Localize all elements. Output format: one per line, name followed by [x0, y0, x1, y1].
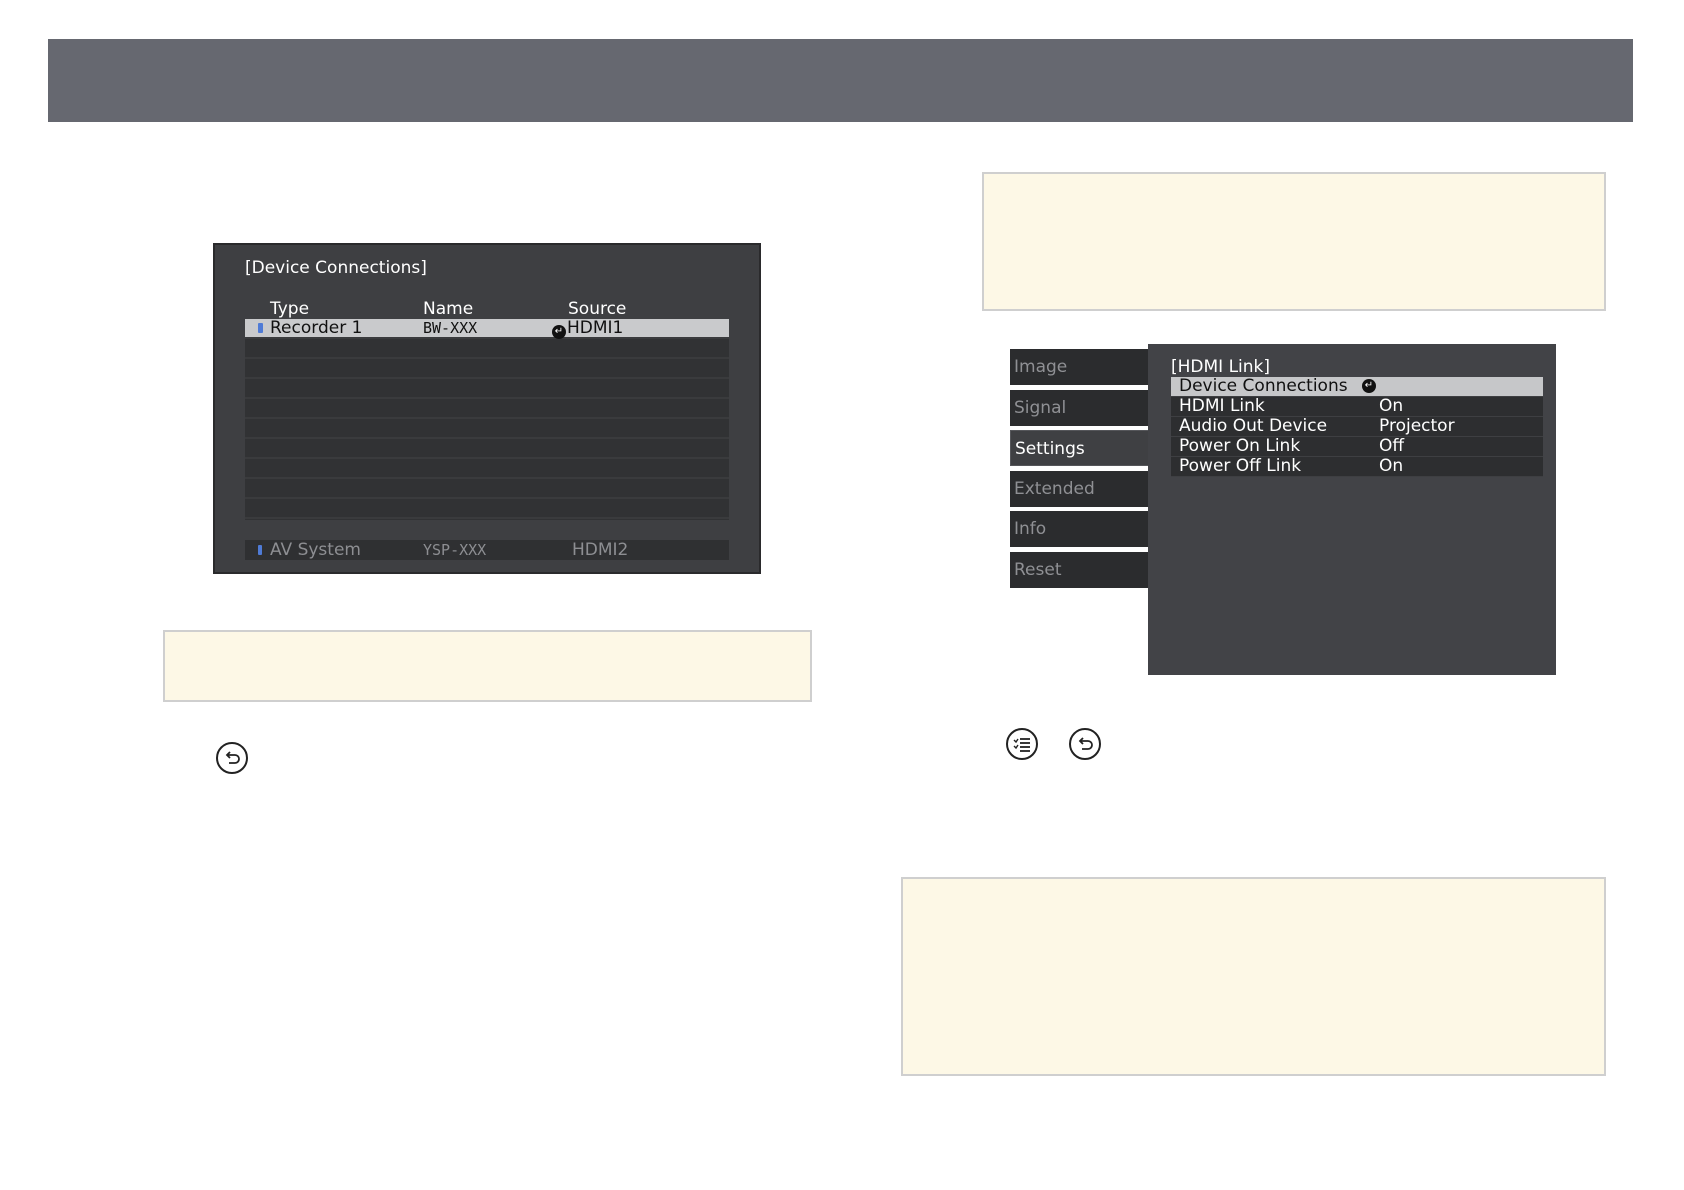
menu-item-value: On	[1379, 396, 1404, 416]
esc-button[interactable]	[1069, 728, 1101, 760]
table-row[interactable]: Recorder 1 BW-XXX ↵ HDMI1	[245, 318, 729, 339]
av-system-source: HDMI2	[572, 540, 629, 560]
device-type: Recorder 1	[270, 318, 363, 338]
note-box	[982, 172, 1606, 311]
tab-image[interactable]: Image	[1010, 349, 1148, 385]
tab-reset[interactable]: Reset	[1010, 552, 1148, 588]
menu-item-device-connections[interactable]: Device Connections ↵	[1171, 376, 1543, 397]
table-row	[245, 339, 729, 359]
table-row	[245, 499, 729, 519]
header-bar	[48, 39, 1633, 122]
column-header-name: Name	[423, 299, 474, 319]
esc-return-icon	[225, 751, 240, 764]
esc-return-icon	[1078, 737, 1093, 750]
tab-settings[interactable]: Settings	[1010, 430, 1158, 466]
menu-item-label: Audio Out Device	[1179, 416, 1328, 436]
av-system-name: YSP-XXX	[423, 541, 487, 559]
connected-arrow-icon: ↵	[1362, 379, 1376, 393]
av-system-type: AV System	[270, 540, 361, 560]
menu-item-label: HDMI Link	[1179, 396, 1265, 416]
menu-item-hdmi-link[interactable]: HDMI Link On	[1171, 396, 1543, 417]
device-table: Recorder 1 BW-XXX ↵ HDMI1	[245, 318, 729, 520]
tab-signal[interactable]: Signal	[1010, 390, 1148, 426]
device-name: BW-XXX	[423, 319, 478, 337]
table-row	[245, 399, 729, 419]
table-row	[245, 459, 729, 479]
table-row	[245, 479, 729, 499]
hdmi-link-title: [HDMI Link]	[1171, 357, 1271, 377]
av-system-row[interactable]: AV System YSP-XXX HDMI2	[245, 540, 729, 560]
menu-item-value: Off	[1379, 436, 1405, 456]
note-box	[901, 877, 1606, 1076]
device-connections-screen: [Device Connections] Type Name Source Re…	[213, 243, 761, 574]
menu-item-label: Power Off Link	[1179, 456, 1302, 476]
menu-item-label: Device Connections	[1179, 376, 1348, 396]
menu-item-label: Power On Link	[1179, 436, 1301, 456]
device-marker-icon	[258, 545, 262, 555]
table-row	[245, 359, 729, 379]
device-source-cell: ↵ HDMI1	[552, 318, 623, 339]
menu-item-power-on-link[interactable]: Power On Link Off	[1171, 436, 1543, 457]
hdmi-link-panel: [HDMI Link] Device Connections ↵ HDMI Li…	[1148, 344, 1556, 675]
device-marker-icon	[258, 323, 263, 333]
tab-extended[interactable]: Extended	[1010, 471, 1148, 507]
connected-arrow-icon: ↵	[552, 325, 566, 339]
menu-item-value: On	[1379, 456, 1404, 476]
column-header-source: Source	[568, 299, 627, 319]
device-source: HDMI1	[567, 318, 624, 338]
note-box	[163, 630, 812, 702]
column-header-type: Type	[270, 299, 310, 319]
table-row	[245, 419, 729, 439]
table-row	[245, 379, 729, 399]
device-connections-title: [Device Connections]	[245, 258, 427, 278]
menu-list-icon	[1013, 738, 1030, 752]
menu-item-audio-out-device[interactable]: Audio Out Device Projector	[1171, 416, 1543, 437]
menu-item-power-off-link[interactable]: Power Off Link On	[1171, 456, 1543, 477]
table-row	[245, 439, 729, 459]
menu-item-value: Projector	[1379, 416, 1455, 436]
tab-info[interactable]: Info	[1010, 511, 1148, 547]
menu-button[interactable]	[1006, 728, 1038, 760]
esc-button[interactable]	[216, 742, 248, 774]
